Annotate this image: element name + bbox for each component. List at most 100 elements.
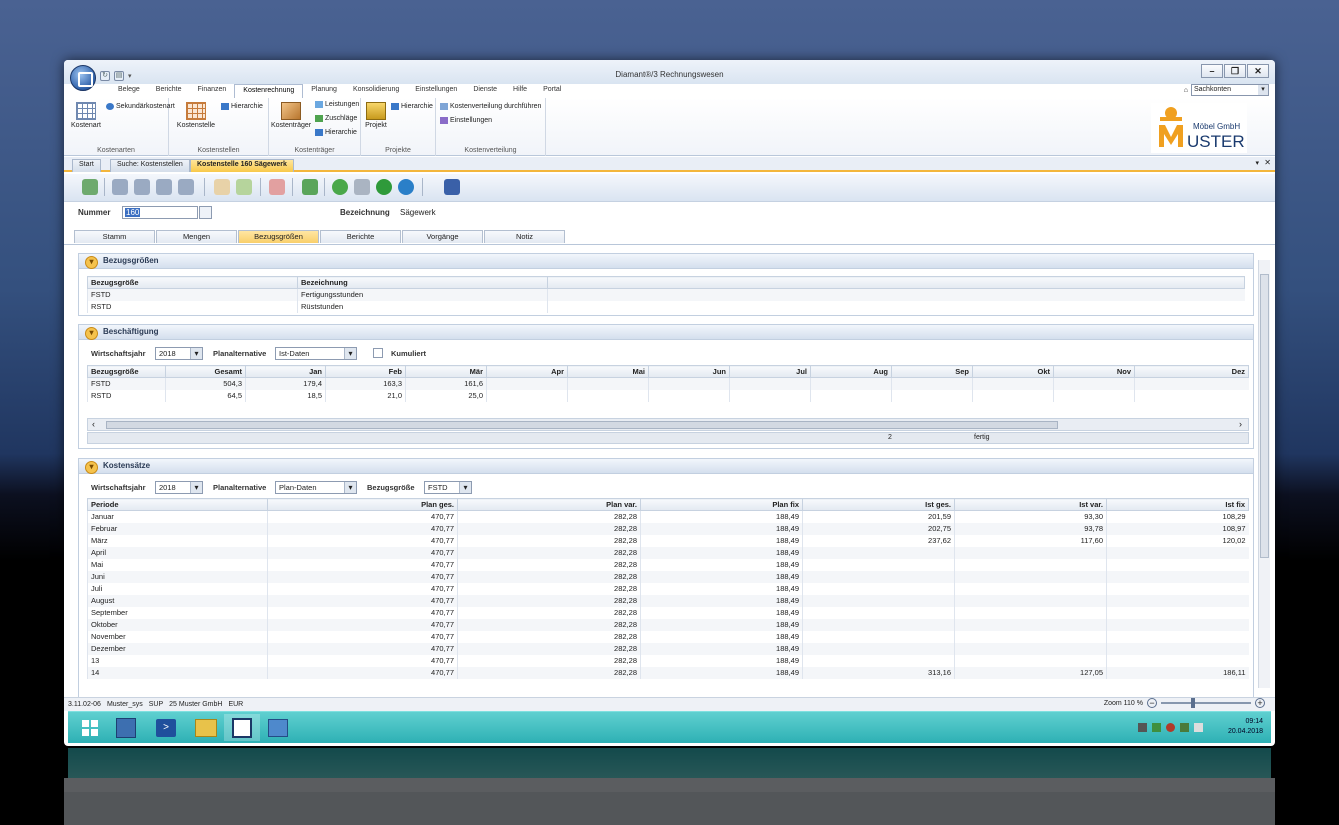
table-row[interactable]: April 470,77 282,28 188,49 xyxy=(87,546,1249,559)
flag-icon[interactable] xyxy=(1194,723,1203,732)
section-header[interactable]: Beschäftigung xyxy=(79,325,1253,340)
table-row[interactable]: 13 470,77 282,28 188,49 xyxy=(87,654,1249,667)
tab-berichte-detail[interactable]: Berichte xyxy=(320,230,401,243)
close-button[interactable]: ✕ xyxy=(1247,64,1269,78)
tabs-dropdown-icon[interactable]: ▾ xyxy=(1255,159,1259,167)
zoom-slider[interactable] xyxy=(1161,698,1251,708)
scrollbar-thumb[interactable] xyxy=(1260,274,1269,558)
column-header[interactable]: Periode xyxy=(87,498,268,511)
table-row[interactable]: Juni 470,77 282,28 188,49 xyxy=(87,570,1249,583)
vertical-scrollbar[interactable] xyxy=(1258,260,1270,688)
tab-vorgaenge[interactable]: Vorgänge xyxy=(402,230,483,243)
column-header[interactable]: Sep xyxy=(891,365,973,378)
tab-kostenrechnung[interactable]: Kostenrechnung xyxy=(234,84,304,98)
column-header[interactable]: Apr xyxy=(486,365,568,378)
kostenstelle-button[interactable]: Kostenstelle xyxy=(173,102,219,129)
column-header[interactable]: Bezugsgröße xyxy=(87,276,298,289)
table-row[interactable]: FSTD 504,3 179,4 163,3 161,6 xyxy=(87,377,1249,390)
print-icon[interactable] xyxy=(354,179,370,195)
remote-desktop-icon[interactable] xyxy=(260,714,296,741)
sachkonten-select[interactable]: Sachkonten xyxy=(1191,84,1269,96)
kostenart-button[interactable]: Kostenart xyxy=(68,102,104,129)
volume-icon[interactable] xyxy=(1180,723,1189,732)
server-manager-icon[interactable] xyxy=(108,714,144,741)
hierarchie-projekte-button[interactable]: Hierarchie xyxy=(391,103,433,110)
wirtschaftsjahr-select[interactable]: 2018 xyxy=(155,347,203,360)
edit-document-icon[interactable] xyxy=(214,179,230,195)
home-icon[interactable]: ⌂ xyxy=(1184,87,1188,94)
leistungen-button[interactable]: Leistungen xyxy=(315,101,359,108)
wirtschaftsjahr-select[interactable]: 2018 xyxy=(155,481,203,494)
tab-berichte[interactable]: Berichte xyxy=(148,84,190,98)
edit-icon[interactable] xyxy=(236,179,252,195)
table-row[interactable]: RSTD 64,5 18,5 21,0 25,0 xyxy=(87,389,1249,402)
einstellungen-button[interactable]: Einstellungen xyxy=(440,117,492,124)
column-header[interactable]: Jun xyxy=(648,365,730,378)
kostenverteilung-button[interactable]: Kostenverteilung durchführen xyxy=(440,103,541,110)
tab-bezugsgroessen[interactable]: Bezugsgrößen xyxy=(238,230,319,243)
kumuliert-checkbox[interactable] xyxy=(373,348,383,358)
list-icon[interactable] xyxy=(444,179,460,195)
windows-start-icon[interactable] xyxy=(72,714,108,741)
first-record-icon[interactable] xyxy=(112,179,128,195)
zoom-slider-knob[interactable] xyxy=(1191,698,1195,708)
restore-button[interactable]: ❐ xyxy=(1224,64,1246,78)
doctab-start[interactable]: Start xyxy=(72,159,101,172)
table-row[interactable]: Mai 470,77 282,28 188,49 xyxy=(87,558,1249,571)
scroll-right-icon[interactable]: › xyxy=(1239,419,1242,429)
tab-stamm[interactable]: Stamm xyxy=(74,230,155,243)
column-header[interactable]: Feb xyxy=(325,365,406,378)
clock-date[interactable]: 20.04.2018 xyxy=(1228,727,1263,737)
minimize-button[interactable]: – xyxy=(1201,64,1223,78)
sekundaerkostenart-button[interactable]: Sekundärkostenart xyxy=(106,103,175,110)
planalternative-select[interactable]: Ist-Daten xyxy=(275,347,357,360)
column-header[interactable]: Aug xyxy=(810,365,892,378)
table-row[interactable]: FSTD Fertigungsstunden xyxy=(87,288,1245,301)
table-row[interactable]: Oktober 470,77 282,28 188,49 xyxy=(87,618,1249,631)
zoom-in-icon[interactable]: + xyxy=(1255,698,1265,708)
zoom-out-icon[interactable]: − xyxy=(1147,698,1157,708)
nummer-search-icon[interactable] xyxy=(199,206,212,219)
column-header[interactable]: Bezugsgröße xyxy=(87,365,166,378)
table-row[interactable]: Dezember 470,77 282,28 188,49 xyxy=(87,642,1249,655)
last-record-icon[interactable] xyxy=(178,179,194,195)
doctab-suche[interactable]: Suche: Kostenstellen xyxy=(110,159,190,172)
refresh-icon[interactable] xyxy=(332,179,348,195)
scrollbar-thumb[interactable] xyxy=(106,421,1058,429)
table-row[interactable]: November 470,77 282,28 188,49 xyxy=(87,630,1249,643)
doctab-kostenstelle[interactable]: Kostenstelle 160 Sägewerk xyxy=(190,159,294,172)
column-header[interactable]: Plan var. xyxy=(457,498,641,511)
table-row[interactable]: 14 470,77 282,28 188,49 313,16 127,05 186,11 xyxy=(87,666,1249,679)
bezugsgroesse-select[interactable]: FSTD xyxy=(424,481,472,494)
table-row[interactable]: Januar 470,77 282,28 188,49 201,59 93,30 108,2… xyxy=(87,510,1249,523)
tab-belege[interactable]: Belege xyxy=(110,84,148,98)
delete-icon[interactable] xyxy=(269,179,285,195)
nummer-input[interactable]: 160 xyxy=(122,206,198,219)
column-header[interactable]: Mai xyxy=(567,365,649,378)
network-icon[interactable] xyxy=(1152,723,1161,732)
hierarchie-kostenstellen-button[interactable]: Hierarchie xyxy=(221,103,263,110)
table-row[interactable]: Februar 470,77 282,28 188,49 202,75 93,78 108,… xyxy=(87,522,1249,535)
help-icon[interactable] xyxy=(376,179,392,195)
keyboard-icon[interactable] xyxy=(1138,723,1147,732)
projekt-button[interactable]: Projekt xyxy=(363,102,389,129)
column-header[interactable]: Bezeichnung xyxy=(297,276,548,289)
tab-einstellungen[interactable]: Einstellungen xyxy=(407,84,465,98)
tab-mengen[interactable]: Mengen xyxy=(156,230,237,243)
new-record-icon[interactable] xyxy=(82,179,98,195)
tab-planung[interactable]: Planung xyxy=(303,84,345,98)
table-row[interactable]: September 470,77 282,28 188,49 xyxy=(87,606,1249,619)
column-header[interactable]: Jan xyxy=(245,365,326,378)
next-record-icon[interactable] xyxy=(156,179,172,195)
column-header[interactable]: Jul xyxy=(729,365,811,378)
table-row[interactable]: August 470,77 282,28 188,49 xyxy=(87,594,1249,607)
tab-konsolidierung[interactable]: Konsolidierung xyxy=(345,84,407,98)
section-header[interactable]: Kostensätze xyxy=(79,459,1253,474)
diamant-app-icon[interactable] xyxy=(224,714,260,741)
column-header[interactable]: Okt xyxy=(972,365,1054,378)
planalternative-select[interactable]: Plan-Daten xyxy=(275,481,357,494)
column-header[interactable]: Ist fix xyxy=(1106,498,1249,511)
column-header[interactable]: Ist ges. xyxy=(802,498,955,511)
kostentraeger-button[interactable]: Kostenträger xyxy=(271,102,311,129)
table-row[interactable]: RSTD Rüststunden xyxy=(87,300,1245,313)
